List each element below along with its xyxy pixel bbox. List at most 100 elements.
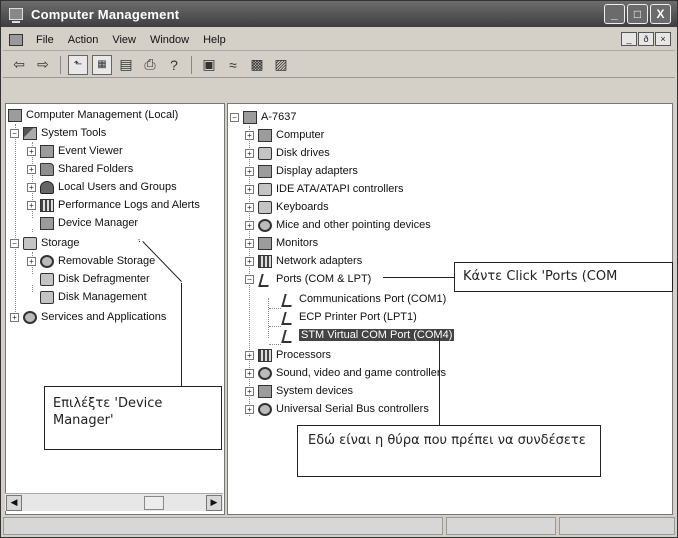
maximize-button[interactable]: □ bbox=[627, 4, 648, 24]
expand-icon[interactable]: + bbox=[27, 256, 36, 266]
system-menu-icon[interactable] bbox=[9, 33, 23, 46]
forward-arrow-icon[interactable]: ⇨ bbox=[33, 55, 53, 75]
expand-icon[interactable]: + bbox=[245, 238, 254, 248]
tree-item-event-viewer[interactable]: + Event Viewer bbox=[27, 142, 123, 160]
device-category-processors[interactable]: + Processors bbox=[245, 346, 331, 364]
device-category-system-devices[interactable]: + System devices bbox=[245, 382, 353, 400]
port-icon bbox=[281, 293, 295, 306]
show-hide-tree-icon[interactable]: ▦ bbox=[92, 54, 112, 75]
device-category-computer[interactable]: + Computer bbox=[245, 126, 324, 144]
expand-icon[interactable]: + bbox=[27, 146, 36, 156]
expand-icon[interactable]: + bbox=[245, 184, 254, 194]
device-category-mice[interactable]: + Mice and other pointing devices bbox=[245, 216, 431, 234]
menu-help[interactable]: Help bbox=[196, 34, 233, 46]
expand-icon[interactable]: + bbox=[27, 182, 36, 192]
device-category-usb-controllers[interactable]: + Universal Serial Bus controllers bbox=[245, 400, 429, 418]
device-category-disk-drives[interactable]: + Disk drives bbox=[245, 144, 330, 162]
mdi-close-button[interactable]: × bbox=[655, 32, 671, 46]
collapse-icon[interactable]: − bbox=[10, 238, 19, 248]
menu-window[interactable]: Window bbox=[143, 34, 196, 46]
tree-item-performance-logs[interactable]: + Performance Logs and Alerts bbox=[27, 196, 200, 214]
disable-device-icon[interactable]: ▩ bbox=[247, 55, 267, 75]
expand-icon[interactable]: + bbox=[245, 404, 254, 414]
leader-line bbox=[383, 277, 454, 278]
expand-icon[interactable]: + bbox=[245, 368, 254, 378]
tree-item-computer-management[interactable]: Computer Management (Local) bbox=[8, 106, 178, 124]
device-stm-virtual-com4[interactable]: STM Virtual COM Port (COM4) bbox=[281, 326, 455, 344]
print-icon[interactable]: ⎙ bbox=[140, 55, 160, 75]
status-panel bbox=[446, 517, 556, 535]
collapse-icon[interactable]: − bbox=[245, 274, 254, 284]
toolbar: ⇦ ⇨ ⬑ ▦ ▤ ⎙ ? ▣ ≈ ▩ ▨ bbox=[3, 52, 675, 78]
defragmenter-icon bbox=[40, 272, 54, 286]
tree-item-device-manager[interactable]: Device Manager bbox=[27, 214, 138, 232]
up-folder-icon[interactable]: ⬑ bbox=[68, 54, 88, 75]
close-button[interactable]: X bbox=[650, 4, 671, 24]
tree-item-removable-storage[interactable]: + Removable Storage bbox=[27, 252, 155, 270]
horizontal-scrollbar[interactable]: ◀ ▶ bbox=[5, 493, 223, 511]
menu-action[interactable]: Action bbox=[61, 34, 106, 46]
title-bar[interactable]: Computer Management _ □ X bbox=[1, 1, 677, 27]
expand-icon[interactable]: + bbox=[27, 164, 36, 174]
device-category-keyboards[interactable]: + Keyboards bbox=[245, 198, 329, 216]
users-icon bbox=[40, 180, 54, 194]
console-tree-pane[interactable]: Computer Management (Local) − System Too… bbox=[5, 103, 225, 515]
tree-item-shared-folders[interactable]: + Shared Folders bbox=[27, 160, 133, 178]
expand-icon[interactable]: + bbox=[245, 148, 254, 158]
scroll-thumb[interactable] bbox=[144, 495, 164, 510]
tree-item-disk-management[interactable]: Disk Management bbox=[27, 288, 147, 306]
tree-item-system-tools[interactable]: − System Tools bbox=[10, 124, 106, 142]
device-category-ide-controllers[interactable]: + IDE ATA/ATAPI controllers bbox=[245, 180, 404, 198]
leader-line bbox=[439, 335, 440, 425]
back-arrow-icon[interactable]: ⇦ bbox=[9, 55, 29, 75]
properties-icon[interactable]: ▤ bbox=[116, 55, 136, 75]
device-category-sound[interactable]: + Sound, video and game controllers bbox=[245, 364, 446, 382]
minimize-button[interactable]: _ bbox=[604, 4, 625, 24]
console-icon[interactable]: ▣ bbox=[199, 55, 219, 75]
device-category-ports[interactable]: − Ports (COM & LPT) bbox=[245, 270, 371, 288]
expand-icon[interactable]: + bbox=[245, 166, 254, 176]
device-tree-root[interactable]: − A-7637 bbox=[230, 108, 296, 126]
expand-icon[interactable]: + bbox=[245, 256, 254, 266]
expand-icon[interactable]: + bbox=[27, 200, 36, 210]
expand-icon[interactable]: + bbox=[245, 130, 254, 140]
help-icon[interactable]: ? bbox=[164, 55, 184, 75]
mdi-restore-button[interactable]: ð bbox=[638, 32, 654, 46]
expand-icon[interactable]: + bbox=[245, 202, 254, 212]
menu-bar: File Action View Window Help _ ð × bbox=[3, 29, 675, 51]
menu-file[interactable]: File bbox=[29, 34, 61, 46]
expand-icon[interactable]: + bbox=[10, 312, 19, 322]
tree-item-disk-defragmenter[interactable]: Disk Defragmenter bbox=[27, 270, 150, 288]
mouse-icon bbox=[258, 218, 272, 232]
device-lpt1[interactable]: ECP Printer Port (LPT1) bbox=[281, 308, 417, 326]
tree-item-storage[interactable]: − Storage bbox=[10, 234, 80, 252]
toolbar-separator bbox=[60, 55, 61, 74]
mdi-minimize-button[interactable]: _ bbox=[621, 32, 637, 46]
collapse-icon[interactable]: − bbox=[10, 128, 19, 138]
services-icon bbox=[23, 310, 37, 324]
device-com1[interactable]: Communications Port (COM1) bbox=[281, 290, 446, 308]
scan-hardware-icon[interactable]: ≈ bbox=[223, 55, 243, 75]
performance-icon bbox=[40, 198, 54, 212]
tree-item-local-users-groups[interactable]: + Local Users and Groups bbox=[27, 178, 177, 196]
tree-item-services-applications[interactable]: + Services and Applications bbox=[10, 308, 166, 326]
port-icon bbox=[281, 311, 295, 324]
status-bar bbox=[3, 517, 675, 537]
ide-controller-icon bbox=[258, 182, 272, 196]
expand-icon[interactable]: + bbox=[245, 220, 254, 230]
removable-storage-icon bbox=[40, 254, 54, 268]
scroll-left-button[interactable]: ◀ bbox=[6, 494, 22, 511]
processor-icon bbox=[258, 348, 272, 362]
expand-icon[interactable]: + bbox=[245, 350, 254, 360]
disk-drive-icon bbox=[258, 146, 272, 160]
device-category-monitors[interactable]: + Monitors bbox=[245, 234, 318, 252]
expand-icon[interactable]: + bbox=[245, 386, 254, 396]
device-category-network-adapters[interactable]: + Network adapters bbox=[245, 252, 362, 270]
device-category-display-adapters[interactable]: + Display adapters bbox=[245, 162, 358, 180]
storage-icon bbox=[23, 236, 37, 250]
system-device-icon bbox=[258, 384, 272, 398]
collapse-icon[interactable]: − bbox=[230, 112, 239, 122]
menu-view[interactable]: View bbox=[105, 34, 143, 46]
scroll-right-button[interactable]: ▶ bbox=[206, 494, 222, 511]
uninstall-device-icon[interactable]: ▨ bbox=[271, 55, 291, 75]
